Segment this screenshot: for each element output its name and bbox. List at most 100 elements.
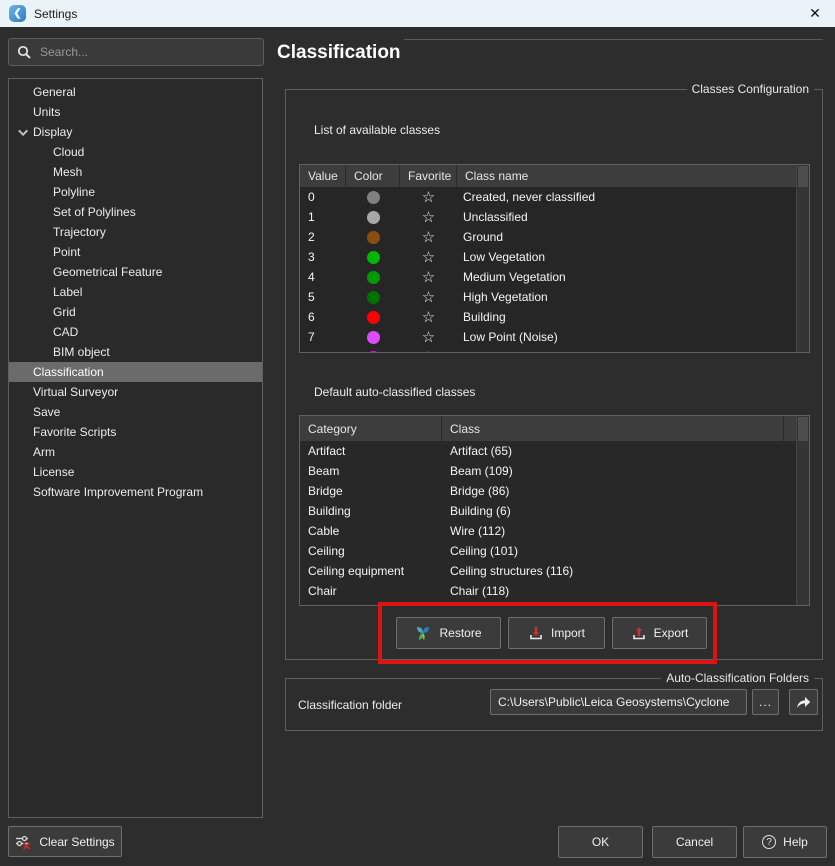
tree-item-label: General xyxy=(33,85,76,99)
favorite-star-icon[interactable]: ☆ xyxy=(422,190,435,205)
tree-item[interactable]: Units xyxy=(9,102,262,122)
favorite-cell: ☆ xyxy=(400,330,457,345)
table-row[interactable]: 1 ☆ Unclassified xyxy=(300,207,797,227)
table-row[interactable]: Artifact Artifact (65) xyxy=(300,441,797,461)
tree-item[interactable]: Mesh xyxy=(9,162,262,182)
open-folder-button[interactable] xyxy=(789,689,818,715)
class-color-swatch[interactable] xyxy=(367,311,380,324)
search-input[interactable] xyxy=(40,45,240,59)
help-button[interactable]: ? Help xyxy=(743,826,827,858)
table-row[interactable]: Building Building (6) xyxy=(300,501,797,521)
tree-item[interactable]: Arm xyxy=(9,442,262,462)
tree-item-label: Classification xyxy=(33,365,104,379)
class-color-swatch[interactable] xyxy=(367,231,380,244)
cancel-button[interactable]: Cancel xyxy=(652,826,737,858)
favorite-star-icon[interactable]: ☆ xyxy=(422,290,435,305)
column-header-class-name: Class name xyxy=(457,165,809,187)
color-cell xyxy=(346,251,400,264)
favorite-star-icon[interactable]: ☆ xyxy=(422,330,435,345)
tree-item[interactable]: Trajectory xyxy=(9,222,262,242)
browse-button[interactable]: ... xyxy=(752,689,779,715)
tree-item[interactable]: Set of Polylines xyxy=(9,202,262,222)
tree-item[interactable]: Save xyxy=(9,402,262,422)
restore-button[interactable]: Restore xyxy=(396,617,501,649)
tree-item-label: Software Improvement Program xyxy=(33,485,203,499)
import-button[interactable]: Import xyxy=(508,617,605,649)
tree-item[interactable]: Favorite Scripts xyxy=(9,422,262,442)
table-row[interactable]: Cable Wire (112) xyxy=(300,521,797,541)
favorite-star-icon[interactable]: ☆ xyxy=(422,250,435,265)
clear-settings-icon xyxy=(15,834,32,850)
favorite-star-icon[interactable]: ☆ xyxy=(422,270,435,285)
class-color-swatch[interactable] xyxy=(367,331,380,344)
tree-item[interactable]: Label xyxy=(9,282,262,302)
classification-folder-input[interactable] xyxy=(490,689,747,715)
ok-button[interactable]: OK xyxy=(558,826,643,858)
favorite-cell: ☆ xyxy=(400,230,457,245)
tree-item[interactable]: Software Improvement Program xyxy=(9,482,262,502)
table-row[interactable]: ☆ xyxy=(300,347,797,353)
table-row[interactable]: 5 ☆ High Vegetation xyxy=(300,287,797,307)
scrollbar-track[interactable] xyxy=(796,165,809,352)
favorite-cell: ☆ xyxy=(400,290,457,305)
color-cell xyxy=(346,211,400,224)
color-cell xyxy=(346,231,400,244)
table-row[interactable]: Bridge Bridge (86) xyxy=(300,481,797,501)
class-color-swatch[interactable] xyxy=(367,211,380,224)
column-header-class: Class xyxy=(442,416,784,441)
titlebar: ❮ Settings ✕ xyxy=(0,0,835,27)
class-value: 7 xyxy=(300,330,346,344)
favorite-star-icon[interactable]: ☆ xyxy=(422,310,435,325)
favorite-star-icon[interactable]: ☆ xyxy=(422,350,435,354)
table-row[interactable]: 2 ☆ Ground xyxy=(300,227,797,247)
chevron-down-icon[interactable] xyxy=(15,129,33,136)
table-row[interactable]: 6 ☆ Building xyxy=(300,307,797,327)
tree-item[interactable]: Geometrical Feature xyxy=(9,262,262,282)
restore-leaves-icon xyxy=(415,625,432,641)
scrollbar-thumb[interactable] xyxy=(798,417,808,441)
tree-item[interactable]: Virtual Surveyor xyxy=(9,382,262,402)
class-cell: Bridge (86) xyxy=(442,484,797,498)
favorite-star-icon[interactable]: ☆ xyxy=(422,210,435,225)
tree-item[interactable]: Point xyxy=(9,242,262,262)
table-row[interactable]: Beam Beam (109) xyxy=(300,461,797,481)
tree-item[interactable]: General xyxy=(9,82,262,102)
favorite-star-icon[interactable]: ☆ xyxy=(422,230,435,245)
column-header-value: Value xyxy=(300,165,346,187)
category-cell: Chair xyxy=(300,584,442,598)
table-row[interactable]: 0 ☆ Created, never classified xyxy=(300,187,797,207)
export-button[interactable]: Export xyxy=(612,617,707,649)
tree-item[interactable]: Grid xyxy=(9,302,262,322)
class-color-swatch[interactable] xyxy=(367,251,380,264)
tree-item[interactable]: Classification xyxy=(9,362,262,382)
app-chevron-icon: ❮ xyxy=(13,8,21,19)
tree-item[interactable]: Polyline xyxy=(9,182,262,202)
tree-item[interactable]: Display xyxy=(9,122,262,142)
close-icon[interactable]: ✕ xyxy=(803,0,827,26)
tree-item-label: Arm xyxy=(33,445,55,459)
tree-item-label: Display xyxy=(33,125,72,139)
tree-item-label: Label xyxy=(53,285,82,299)
table-row[interactable]: 4 ☆ Medium Vegetation xyxy=(300,267,797,287)
default-classes-label: Default auto-classified classes xyxy=(314,385,475,399)
scrollbar-thumb[interactable] xyxy=(798,166,808,187)
color-cell xyxy=(346,271,400,284)
table-row[interactable]: Chair Chair (118) xyxy=(300,581,797,601)
tree-item[interactable]: CAD xyxy=(9,322,262,342)
clear-settings-button[interactable]: Clear Settings xyxy=(8,826,122,857)
tree-item[interactable]: Cloud xyxy=(9,142,262,162)
table-row[interactable]: 7 ☆ Low Point (Noise) xyxy=(300,327,797,347)
tree-item[interactable]: BIM object xyxy=(9,342,262,362)
class-color-swatch[interactable] xyxy=(367,271,380,284)
class-cell: Wire (112) xyxy=(442,524,797,538)
class-color-swatch[interactable] xyxy=(367,351,380,354)
tree-item[interactable]: License xyxy=(9,462,262,482)
table-row[interactable]: Ceiling equipment Ceiling structures (11… xyxy=(300,561,797,581)
table-row[interactable]: 3 ☆ Low Vegetation xyxy=(300,247,797,267)
available-classes-table-header: Value Color Favorite Class name xyxy=(300,165,809,187)
class-color-swatch[interactable] xyxy=(367,291,380,304)
table-row[interactable]: Ceiling Ceiling (101) xyxy=(300,541,797,561)
class-color-swatch[interactable] xyxy=(367,191,380,204)
scrollbar-track[interactable] xyxy=(796,416,809,605)
class-name: Unclassified xyxy=(457,210,797,224)
